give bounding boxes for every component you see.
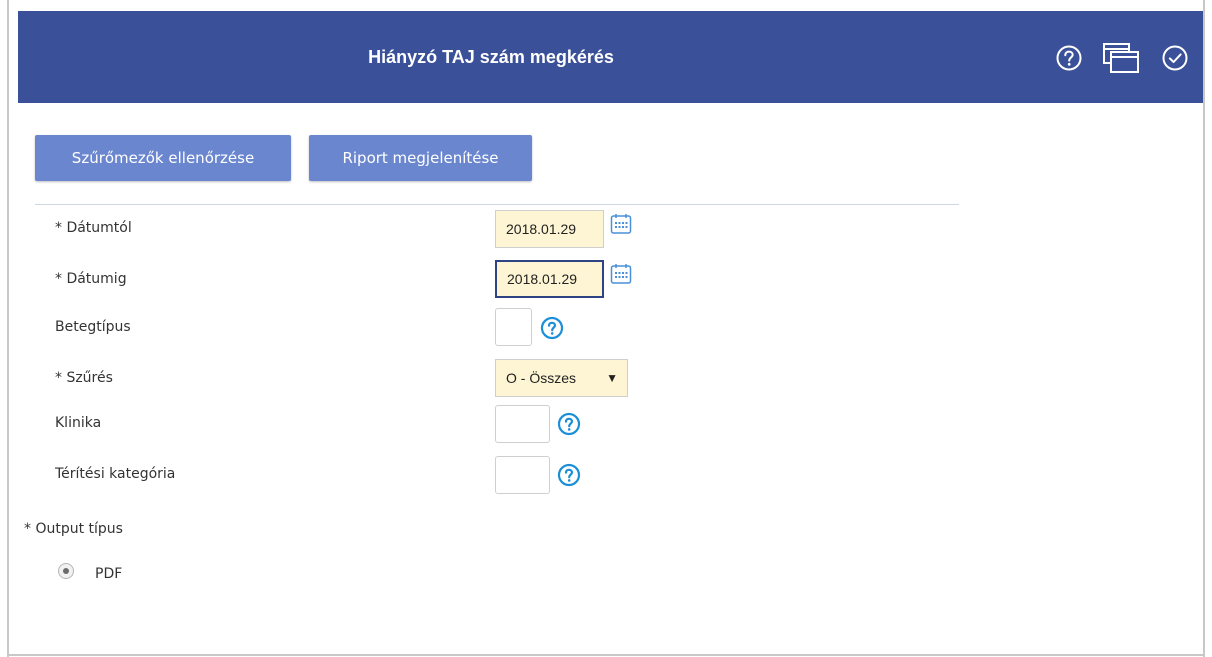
window-frame-bottom [7, 654, 1205, 656]
filter-select[interactable]: O - Összes ▼ [495, 359, 628, 397]
dialog-title: Hiányzó TAJ szám megkérés [368, 47, 614, 67]
windows-icon[interactable] [1102, 42, 1140, 74]
payment-category-label: Térítési kategória [55, 466, 176, 482]
check-filters-button[interactable]: Szűrőmezők ellenőrzése [35, 135, 291, 181]
radio-selected-dot [63, 568, 69, 574]
calendar-icon[interactable] [610, 213, 632, 235]
filter-select-value: O - Összes [506, 370, 577, 386]
filter-label: * Szűrés [55, 370, 113, 386]
date-from-input[interactable] [495, 210, 604, 248]
output-type-label: * Output típus [24, 521, 123, 537]
calendar-icon[interactable] [610, 263, 632, 285]
clinic-label: Klinika [55, 415, 102, 431]
show-report-button[interactable]: Riport megjelenítése [309, 135, 532, 181]
title-bar: Hiányzó TAJ szám megkérés [18, 11, 1203, 103]
clinic-input[interactable] [495, 405, 550, 443]
caret-down-icon: ▼ [606, 371, 618, 385]
help-icon[interactable] [557, 463, 581, 487]
date-from-label: * Dátumtól [55, 220, 132, 236]
pdf-radio-label[interactable]: PDF [95, 564, 122, 584]
date-to-label: * Dátumig [55, 271, 127, 287]
help-icon[interactable] [557, 412, 581, 436]
report-dialog: Hiányzó TAJ szám megkérés Szűrőmezők ell… [18, 11, 1203, 654]
patient-type-input[interactable] [495, 308, 532, 346]
help-icon[interactable] [1055, 44, 1083, 72]
check-icon[interactable] [1161, 44, 1189, 72]
window-frame-right [1203, 0, 1205, 657]
window-frame-left [7, 0, 9, 657]
patient-type-label: Betegtípus [55, 319, 131, 335]
pdf-radio[interactable] [58, 563, 74, 579]
divider [35, 204, 959, 205]
help-icon[interactable] [540, 316, 564, 340]
date-to-input[interactable] [495, 260, 604, 298]
payment-category-input[interactable] [495, 456, 550, 494]
